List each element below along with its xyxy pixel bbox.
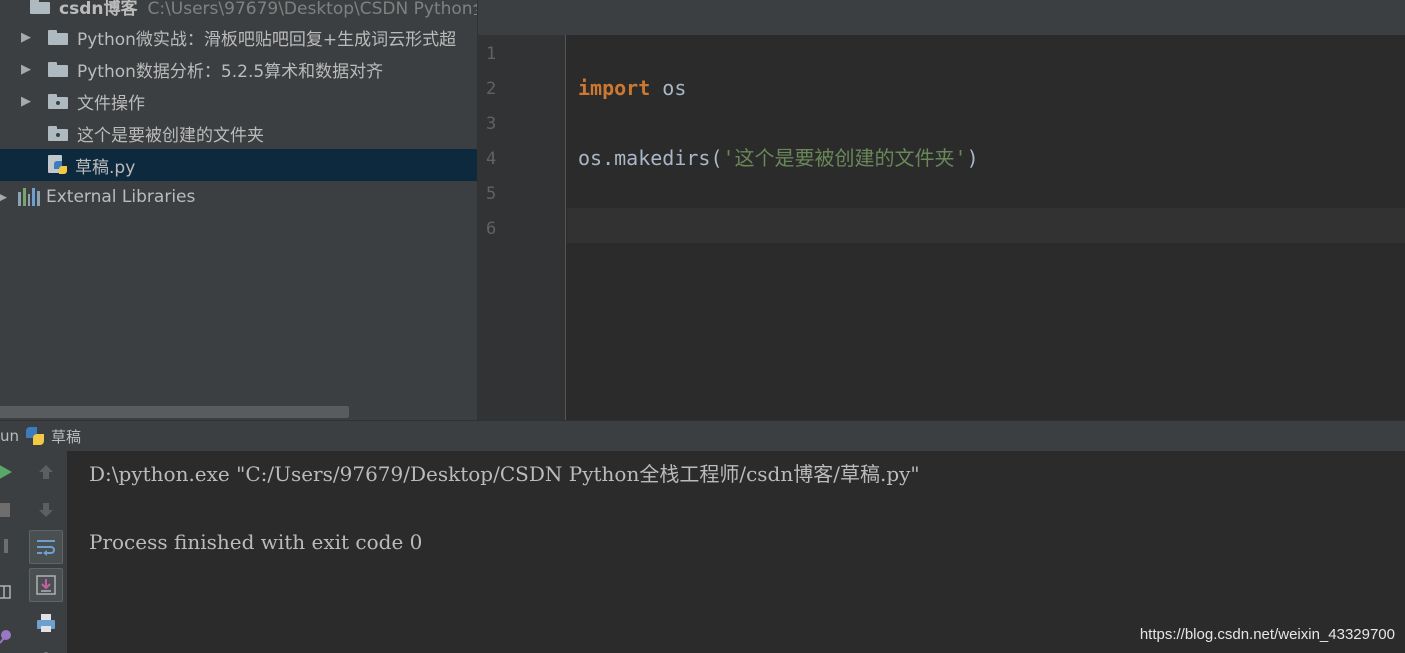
- folder-icon: [48, 125, 68, 141]
- expand-arrow-icon[interactable]: ▶: [20, 94, 32, 109]
- library-icon: [18, 188, 40, 206]
- tree-item-label: Python微实战：滑板吧贴吧回复+生成词云形式超: [77, 29, 457, 50]
- python-file-icon: [25, 426, 45, 446]
- run-label: un: [0, 427, 20, 445]
- tree-item-label: 这个是要被创建的文件夹: [77, 125, 264, 146]
- line-number: 5: [486, 184, 497, 204]
- run-console-output[interactable]: D:\python.exe "C:/Users/97679/Desktop/CS…: [67, 451, 1405, 653]
- pin-icon[interactable]: [0, 619, 20, 653]
- more-tools-icon[interactable]: [29, 641, 63, 653]
- layout-icon[interactable]: [0, 575, 20, 609]
- project-root-path: C:\Users\97679\Desktop\CSDN Python全: [147, 0, 477, 19]
- line-number: 1: [486, 44, 497, 64]
- folder-icon: [48, 29, 68, 45]
- editor-tab-strip: [478, 0, 1405, 35]
- tree-item-folder-1[interactable]: ▶ Python微实战：滑板吧贴吧回复+生成词云形式超: [0, 21, 477, 53]
- expand-arrow-icon[interactable]: ▶: [20, 62, 32, 77]
- current-line-highlight: [567, 208, 1405, 243]
- keyword-import: import: [578, 76, 651, 100]
- down-arrow-icon[interactable]: [29, 493, 63, 527]
- run-tab-name[interactable]: 草稿: [51, 426, 81, 447]
- console-command-line: D:\python.exe "C:/Users/97679/Desktop/CS…: [89, 462, 920, 486]
- console-exit-line: Process finished with exit code 0: [89, 530, 423, 554]
- folder-icon: [48, 93, 68, 109]
- pause-icon[interactable]: [0, 529, 20, 563]
- up-arrow-icon[interactable]: [29, 455, 63, 489]
- run-icon[interactable]: [0, 455, 20, 489]
- line-number: 2: [486, 79, 497, 99]
- line-number: 3: [486, 114, 497, 134]
- soft-wrap-icon[interactable]: [29, 530, 63, 564]
- code-line-import[interactable]: import os: [578, 71, 686, 106]
- tree-item-label: 文件操作: [77, 93, 145, 114]
- line-number: 4: [486, 149, 497, 169]
- watermark-url: https://blog.csdn.net/weixin_43329700: [1139, 626, 1395, 643]
- code-editor[interactable]: 1 2 3 4 5 6 import os os.makedirs('这个是要被…: [477, 0, 1405, 420]
- print-icon[interactable]: [29, 606, 63, 640]
- run-toolbar: [0, 451, 67, 653]
- code-line-makedirs[interactable]: os.makedirs('这个是要被创建的文件夹'): [578, 141, 979, 176]
- tree-item-file-selected[interactable]: 草稿.py: [0, 149, 477, 181]
- tree-root-row[interactable]: csdn博客 C:\Users\97679\Desktop\CSDN Pytho…: [0, 0, 477, 22]
- module-name: os: [650, 76, 687, 100]
- line-number: 6: [486, 219, 497, 239]
- tree-item-label: 草稿.py: [75, 157, 136, 178]
- line-number-gutter: 1 2 3 4 5 6: [478, 35, 566, 420]
- closing-paren: ): [966, 146, 979, 170]
- horizontal-scrollbar[interactable]: [0, 406, 349, 418]
- expand-arrow-icon[interactable]: ▶: [20, 30, 32, 45]
- string-literal: '这个是要被创建的文件夹': [722, 146, 967, 170]
- project-tree-panel: csdn博客 C:\Users\97679\Desktop\CSDN Pytho…: [0, 0, 477, 420]
- function-call: os.makedirs(: [578, 146, 723, 170]
- python-file-icon: [48, 155, 68, 175]
- tree-item-label: External Libraries: [46, 187, 196, 207]
- stop-icon[interactable]: [0, 493, 20, 527]
- tree-item-folder-2[interactable]: ▶ Python数据分析：5.2.5算术和数据对齐: [0, 53, 477, 85]
- tree-item-external-libraries[interactable]: ▶ External Libraries: [0, 181, 477, 213]
- tree-item-folder-4[interactable]: 这个是要被创建的文件夹: [0, 117, 477, 149]
- tree-item-folder-3[interactable]: ▶ 文件操作: [0, 85, 477, 117]
- scroll-to-end-icon[interactable]: [29, 568, 63, 602]
- run-tool-window-header: un 草稿: [0, 420, 1405, 451]
- expand-arrow-icon[interactable]: ▶: [0, 190, 8, 205]
- project-root-name: csdn博客: [59, 0, 138, 19]
- folder-icon: [30, 0, 50, 14]
- tree-item-label: Python数据分析：5.2.5算术和数据对齐: [77, 61, 384, 82]
- folder-icon: [48, 61, 68, 77]
